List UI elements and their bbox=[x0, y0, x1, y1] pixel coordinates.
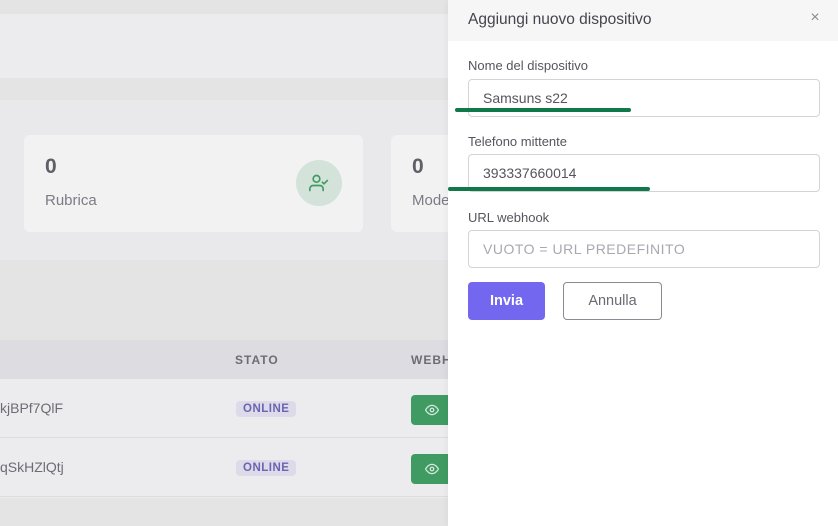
annotation-underline bbox=[448, 187, 650, 191]
add-device-drawer: Aggiungi nuovo dispositivo × Nome del di… bbox=[448, 0, 838, 526]
drawer-title: Aggiungi nuovo dispositivo bbox=[468, 11, 652, 28]
close-icon[interactable]: × bbox=[807, 10, 823, 26]
device-name-label: Nome del dispositivo bbox=[468, 58, 588, 73]
modal-backdrop[interactable] bbox=[0, 0, 448, 526]
webhook-url-input[interactable] bbox=[468, 230, 820, 268]
submit-button[interactable]: Invia bbox=[468, 282, 545, 320]
webhook-url-label: URL webhook bbox=[468, 210, 550, 225]
annotation-underline bbox=[455, 108, 631, 112]
cancel-button[interactable]: Annulla bbox=[563, 282, 662, 320]
drawer-header: Aggiungi nuovo dispositivo × bbox=[448, 0, 838, 41]
sender-phone-label: Telefono mittente bbox=[468, 134, 568, 149]
